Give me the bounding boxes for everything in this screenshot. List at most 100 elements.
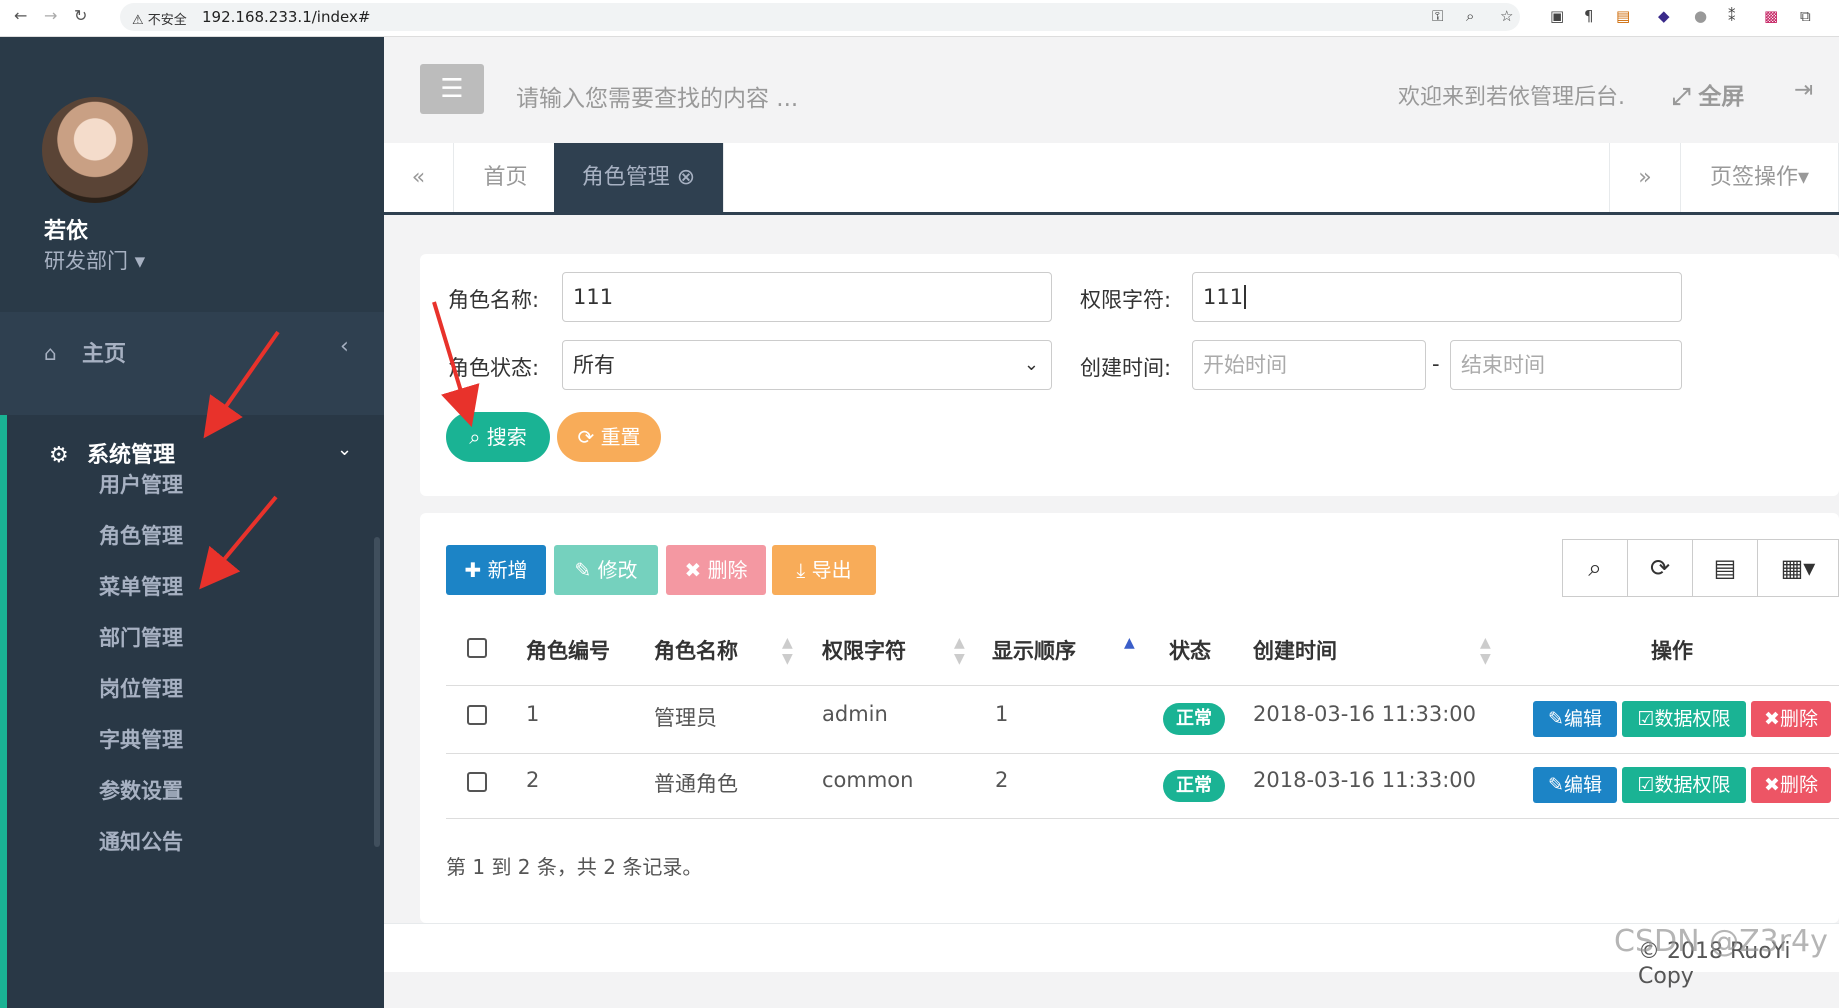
- table-refresh-button[interactable]: ⟳: [1627, 539, 1693, 597]
- close-icon[interactable]: ⊗: [677, 165, 695, 190]
- sidebar-subitem-dict[interactable]: 字典管理: [99, 724, 183, 754]
- role-status-select[interactable]: 所有 ⌄: [562, 340, 1052, 390]
- extension-icon[interactable]: ▣: [1550, 7, 1564, 25]
- sort-asc-icon[interactable]: ▲: [1124, 635, 1135, 651]
- end-time-input[interactable]: 结束时间: [1450, 340, 1682, 390]
- sidebar-subitem-config[interactable]: 参数设置: [99, 775, 183, 805]
- row-edit-button[interactable]: ✎编辑: [1533, 767, 1617, 803]
- delete-button-label: 删除: [707, 558, 748, 582]
- sidebar-item-home[interactable]: ⌂ 主页 ‹: [0, 312, 384, 392]
- table-columns-button[interactable]: ▦▾: [1757, 539, 1839, 597]
- row-delete-label: 删除: [1779, 774, 1818, 796]
- text-cursor: [1244, 285, 1247, 309]
- tab-home[interactable]: 首页: [454, 143, 558, 212]
- avatar[interactable]: [42, 97, 148, 203]
- bookmark-star-icon[interactable]: ☆: [1500, 7, 1513, 25]
- edit-button-label: 修改: [597, 558, 638, 582]
- search-button[interactable]: ⌕ 搜索: [446, 412, 550, 462]
- row-edit-button[interactable]: ✎编辑: [1533, 701, 1617, 737]
- tab-operations-dropdown[interactable]: 页签操作▾: [1681, 143, 1839, 212]
- fullscreen-label: 全屏: [1698, 84, 1745, 110]
- sort-icon[interactable]: ▲ ▼: [1480, 635, 1491, 667]
- user-name: 若依: [44, 219, 89, 244]
- reset-button[interactable]: ⟳ 重置: [557, 412, 661, 462]
- table-search-toggle-button[interactable]: ⌕: [1562, 539, 1628, 597]
- extension-icon[interactable]: ◆: [1658, 7, 1670, 25]
- row-delete-button[interactable]: ✖删除: [1751, 767, 1831, 803]
- expand-icon: ⤢: [1672, 84, 1699, 110]
- sidebar-subitem-notice[interactable]: 通知公告: [99, 826, 183, 856]
- chevron-left-icon: ‹: [340, 334, 349, 359]
- watermark-text: CSDN @Z3r4y: [1614, 924, 1828, 959]
- role-name-input[interactable]: 111: [562, 272, 1052, 322]
- zoom-icon[interactable]: ⌕: [1466, 7, 1474, 25]
- url-text[interactable]: 192.168.233.1/index#: [202, 8, 370, 26]
- tab-scroll-right-button[interactable]: »: [1609, 143, 1681, 212]
- select-all-checkbox[interactable]: [467, 638, 487, 658]
- row-checkbox[interactable]: [467, 772, 487, 792]
- forward-icon[interactable]: →: [44, 6, 57, 25]
- tab-scroll-left-button[interactable]: «: [384, 143, 454, 212]
- extensions-puzzle-icon[interactable]: ⧉: [1800, 7, 1811, 25]
- sidebar-scrollbar[interactable]: [374, 537, 380, 847]
- sidebar-subitem-menu[interactable]: 菜单管理: [99, 571, 183, 601]
- sidebar-subitem-dept[interactable]: 部门管理: [99, 622, 183, 652]
- extension-icon[interactable]: ¶: [1584, 7, 1594, 25]
- sidebar-subitem-post[interactable]: 岗位管理: [99, 673, 183, 703]
- browser-toolbar: ← → ↻ ⚠ 不安全 192.168.233.1/index# ⚿ ⌕ ☆ ▣…: [0, 0, 1839, 37]
- sort-icon[interactable]: ▲ ▼: [954, 635, 965, 667]
- row-divider: [446, 818, 1839, 819]
- table-toggle-view-button[interactable]: ▤: [1692, 539, 1758, 597]
- search-icon: ⌕: [1588, 554, 1602, 582]
- delete-button[interactable]: ✖ 删除: [666, 545, 766, 595]
- edit-icon: ✎: [1548, 708, 1564, 730]
- status-badge: 正常: [1163, 703, 1225, 735]
- extension-icon[interactable]: ●: [1694, 7, 1707, 25]
- add-button[interactable]: ✚ 新增: [446, 545, 546, 595]
- column-header-role-key[interactable]: 权限字符: [822, 635, 906, 665]
- role-key-input[interactable]: 111: [1192, 272, 1682, 322]
- edit-button[interactable]: ✎ 修改: [554, 545, 658, 595]
- cell-role-key: common: [822, 768, 914, 792]
- extension-icon[interactable]: ⁑: [1728, 7, 1736, 25]
- address-bar[interactable]: ⚠ 不安全 192.168.233.1/index#: [120, 3, 1520, 31]
- sidebar-item-label: 系统管理: [87, 443, 176, 468]
- column-header-created-time[interactable]: 创建时间: [1253, 635, 1337, 665]
- row-checkbox[interactable]: [467, 705, 487, 725]
- row-divider: [446, 753, 1839, 754]
- menu-toggle-button[interactable]: ☰: [420, 64, 484, 114]
- download-icon: ⤓: [796, 558, 806, 582]
- row-edit-label: 编辑: [1563, 774, 1602, 796]
- tab-label: 角色管理: [581, 165, 670, 190]
- row-data-permission-button[interactable]: ☑数据权限: [1622, 767, 1746, 803]
- column-header-status: 状态: [1169, 639, 1211, 663]
- column-header-role-id[interactable]: 角色编号: [526, 635, 610, 665]
- close-icon: ✖: [1764, 774, 1780, 796]
- security-warning[interactable]: ⚠ 不安全: [132, 9, 187, 28]
- export-button[interactable]: ⤓ 导出: [772, 545, 876, 595]
- sidebar-subitem-user[interactable]: 用户管理: [99, 469, 183, 499]
- cell-role-name: 管理员: [654, 706, 717, 730]
- sidebar-item-system[interactable]: ⚙ 系统管理 ⌄ 用户管理 角色管理 菜单管理 部门管理 岗位管理 字典管理 参…: [0, 415, 384, 1008]
- key-icon[interactable]: ⚿: [1432, 7, 1443, 25]
- column-header-sort-order[interactable]: 显示顺序: [992, 635, 1076, 665]
- logout-icon[interactable]: ⇥: [1794, 77, 1813, 103]
- tab-role-management[interactable]: 角色管理 ⊗: [554, 143, 724, 212]
- back-icon[interactable]: ←: [14, 6, 27, 25]
- row-edit-label: 编辑: [1563, 708, 1602, 730]
- reload-icon[interactable]: ↻: [74, 6, 87, 25]
- global-search-input[interactable]: 请输入您需要查找的内容 ...: [516, 79, 798, 113]
- row-delete-button[interactable]: ✖删除: [1751, 701, 1831, 737]
- sidebar-subitem-role[interactable]: 角色管理: [99, 520, 183, 550]
- row-data-permission-button[interactable]: ☑数据权限: [1622, 701, 1746, 737]
- fullscreen-button[interactable]: ⤢ 全屏: [1672, 77, 1744, 111]
- column-header-role-name[interactable]: 角色名称: [654, 635, 738, 665]
- cell-role-key: admin: [822, 702, 888, 726]
- pagination-info: 第 1 到 2 条，共 2 条记录。: [446, 855, 703, 879]
- start-time-input[interactable]: 开始时间: [1192, 340, 1426, 390]
- check-square-icon: ☑: [1637, 774, 1655, 796]
- sort-icon[interactable]: ▲ ▼: [782, 635, 793, 667]
- dept-dropdown[interactable]: 研发部门 ▾: [44, 245, 145, 275]
- translate-icon[interactable]: ▩: [1764, 7, 1778, 25]
- extension-icon[interactable]: ▤: [1616, 7, 1630, 25]
